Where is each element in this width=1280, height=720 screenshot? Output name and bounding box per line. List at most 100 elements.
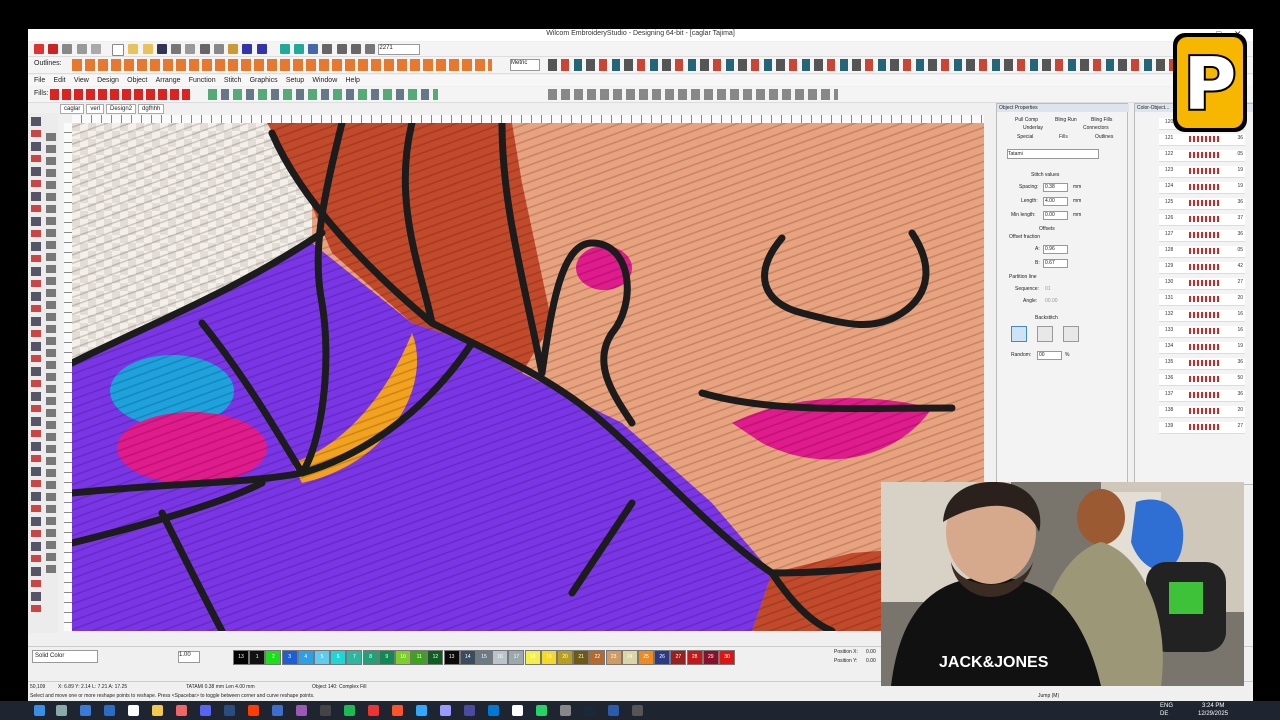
menu-stitch[interactable]: Stitch — [224, 75, 242, 86]
word-icon[interactable] — [272, 705, 283, 716]
color-swatch[interactable]: 5 — [314, 650, 330, 665]
wilcom-taskbar-icon[interactable] — [608, 705, 619, 716]
menu-help[interactable]: Help — [346, 75, 360, 86]
color-swatch[interactable]: 13 — [233, 650, 249, 665]
file-explorer-icon[interactable] — [152, 705, 163, 716]
taskbar-app6-icon[interactable] — [488, 705, 499, 716]
color-object-row[interactable]: 136 50 — [1159, 374, 1245, 386]
stitch-count-box[interactable]: 2271 — [378, 44, 421, 55]
zoom-field[interactable]: 1.00 — [178, 651, 200, 663]
arrange-buttons[interactable] — [208, 89, 438, 100]
tab-verl[interactable]: verl — [86, 104, 105, 114]
color-object-row[interactable]: 139 27 — [1159, 422, 1245, 434]
task-view-icon[interactable] — [56, 705, 67, 716]
color-swatch[interactable]: 25 — [638, 650, 654, 665]
b-field[interactable]: 0.67 — [1043, 259, 1068, 268]
color-object-row[interactable]: 130 27 — [1159, 278, 1245, 290]
color-object-row[interactable]: 138 20 — [1159, 406, 1245, 418]
steam-icon[interactable] — [584, 705, 595, 716]
color-swatch[interactable]: 30 — [719, 650, 735, 665]
illustrator-icon[interactable] — [248, 705, 259, 716]
fast-forward-icon[interactable] — [350, 44, 361, 54]
fill-type-select[interactable]: Tatami — [1007, 149, 1099, 159]
color-swatch[interactable]: 12 — [427, 650, 444, 665]
menu-view[interactable]: View — [74, 75, 89, 86]
discord-icon[interactable] — [200, 705, 211, 716]
color-swatch[interactable]: 7 — [346, 650, 363, 665]
color-object-row[interactable]: 131 20 — [1159, 294, 1245, 306]
taskbar-app9-icon[interactable] — [632, 705, 643, 716]
color-object-row[interactable]: 128 05 — [1159, 246, 1245, 258]
menu-edit[interactable]: Edit — [54, 75, 66, 86]
taskbar-app4-icon[interactable] — [368, 705, 379, 716]
menu-setup[interactable]: Setup — [286, 75, 304, 86]
open-folder-icon[interactable] — [128, 44, 139, 54]
tab-bling-run[interactable]: Bling Run — [1055, 117, 1077, 123]
color-swatch[interactable]: 21 — [573, 650, 590, 665]
photoshop-icon[interactable] — [416, 705, 427, 716]
save-icon[interactable] — [156, 44, 167, 54]
cut-icon[interactable] — [199, 44, 210, 54]
color-object-row[interactable]: 125 36 — [1159, 198, 1245, 210]
color-object-row[interactable]: 123 19 — [1159, 166, 1245, 178]
color-object-row[interactable]: 137 36 — [1159, 390, 1245, 402]
color-swatch[interactable]: 20 — [557, 650, 573, 665]
color-swatch[interactable]: 23 — [605, 650, 622, 665]
outlook-icon[interactable] — [104, 705, 115, 716]
color-swatch[interactable]: 18 — [524, 650, 541, 665]
open-recent-icon[interactable] — [142, 44, 153, 54]
color-swatch[interactable]: 19 — [540, 650, 557, 665]
travel-icon[interactable] — [322, 44, 333, 54]
reshape-tools[interactable] — [46, 133, 56, 573]
tab-caglar[interactable]: caglar — [60, 104, 85, 114]
backstitch-option-3-icon[interactable] — [1063, 326, 1079, 342]
min-length-field[interactable]: 0.00 — [1043, 211, 1068, 220]
partition-line-radio[interactable]: Partition line — [1009, 274, 1037, 280]
spotify-icon[interactable] — [344, 705, 355, 716]
stitch-player-icon[interactable] — [308, 44, 319, 54]
color-object-row[interactable]: 124 19 — [1159, 182, 1245, 194]
spacing-field[interactable]: 0.38 — [1043, 183, 1068, 192]
premiere-icon[interactable] — [440, 705, 451, 716]
color-swatch[interactable]: 27 — [670, 650, 687, 665]
align-buttons[interactable] — [548, 89, 838, 100]
color-swatch[interactable]: 17 — [508, 650, 525, 665]
brave-icon[interactable] — [392, 705, 403, 716]
solid-color-select[interactable]: Solid Color — [32, 650, 98, 663]
tab-bling-fills[interactable]: Bling Fills — [1091, 117, 1112, 123]
menu-function[interactable]: Function — [189, 75, 216, 86]
edit-tools-buttons[interactable] — [548, 59, 1238, 71]
clock-time[interactable]: 3:24 PM — [1202, 703, 1224, 709]
color-object-row[interactable]: 135 36 — [1159, 358, 1245, 370]
color-swatch[interactable]: 9 — [378, 650, 395, 665]
tab-pull-comp[interactable]: Pull Comp — [1015, 117, 1038, 123]
taskbar-app5-icon[interactable] — [464, 705, 475, 716]
color-object-row[interactable]: 133 16 — [1159, 326, 1245, 338]
send-to-machine-icon[interactable] — [279, 44, 290, 54]
export-icon[interactable] — [293, 44, 304, 54]
taskbar-app3-icon[interactable] — [320, 705, 331, 716]
backstitch-option-1-icon[interactable] — [1011, 326, 1027, 342]
offset-fraction-radio[interactable]: Offset fraction — [1009, 234, 1040, 240]
lightroom-icon[interactable] — [224, 705, 235, 716]
color-swatch[interactable]: 13 — [443, 650, 460, 665]
tab-fills[interactable]: Fills — [1059, 134, 1068, 140]
color-swatch[interactable]: 10 — [395, 650, 411, 665]
color-object-row[interactable]: 134 19 — [1159, 342, 1245, 354]
fill-stitch-buttons[interactable] — [50, 89, 190, 100]
paste-icon[interactable] — [228, 44, 239, 54]
color-swatch[interactable]: 11 — [411, 650, 428, 665]
color-object-row[interactable]: 121 36 — [1159, 134, 1245, 146]
tab-special[interactable]: Special — [1017, 134, 1033, 140]
color-swatch[interactable]: 29 — [702, 650, 719, 665]
color-swatch[interactable]: 26 — [654, 650, 671, 665]
undo-icon[interactable] — [242, 44, 253, 54]
color-object-row[interactable]: 127 36 — [1159, 230, 1245, 242]
new-file-icon[interactable] — [112, 44, 125, 56]
digitizing-tools[interactable] — [31, 117, 41, 617]
random-field[interactable]: 00 — [1037, 351, 1062, 360]
design-canvas[interactable] — [72, 123, 984, 631]
a-field[interactable]: 0.96 — [1043, 245, 1068, 254]
tab-outlines[interactable]: Outlines — [1095, 134, 1113, 140]
taskbar-app-icon[interactable] — [176, 705, 187, 716]
